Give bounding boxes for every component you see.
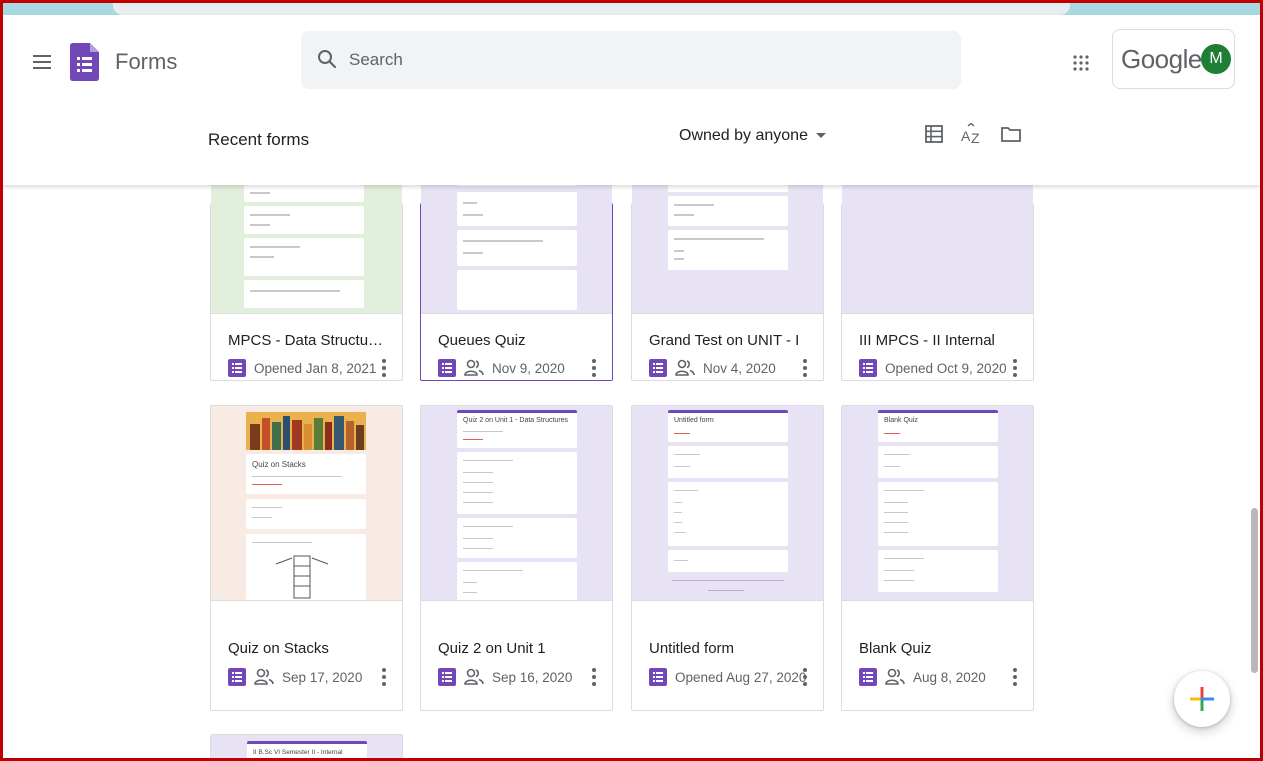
plus-icon (1190, 687, 1214, 711)
form-meta: Nov 9, 2020 (438, 357, 565, 379)
form-meta: Sep 17, 2020 (228, 666, 362, 688)
form-date: Opened Jan 8, 2021 (254, 360, 377, 376)
forms-logo-icon[interactable] (70, 43, 99, 81)
form-meta: Aug 8, 2020 (859, 666, 986, 688)
form-date: Sep 17, 2020 (282, 669, 363, 685)
form-date: Nov 4, 2020 (703, 360, 776, 376)
forms-file-icon (859, 359, 877, 377)
forms-file-icon (228, 359, 246, 377)
create-form-button[interactable] (1174, 671, 1230, 727)
form-card[interactable]: III MPCS - II Internal Opened Oct 9, 202… (841, 166, 1034, 381)
forms-file-icon (228, 668, 246, 686)
more-options-icon[interactable] (803, 668, 807, 686)
form-thumbnail (421, 166, 612, 314)
section-title: Recent forms (208, 130, 310, 149)
form-thumbnail: Blank Quiz (842, 406, 1033, 601)
app-window: MPCS - Data Structures ... Opened Jan 8,… (0, 0, 1263, 761)
form-date: Sep 16, 2020 (492, 669, 573, 685)
form-meta: Nov 4, 2020 (649, 357, 776, 379)
form-thumbnail: Quiz on Stacks (211, 406, 402, 601)
form-card[interactable]: Queues Quiz Nov 9, 2020 (420, 166, 613, 381)
form-date: Opened Oct 9, 2020 (885, 360, 1007, 376)
apps-grid-icon[interactable] (1073, 55, 1089, 71)
dropdown-caret-icon (815, 133, 826, 139)
thumb-heading: Blank Quiz (884, 417, 918, 424)
more-options-icon[interactable] (592, 668, 596, 686)
list-view-icon[interactable] (923, 123, 945, 145)
sort-az-icon[interactable]: AZ (961, 123, 983, 145)
form-thumbnail: Untitled form (632, 406, 823, 601)
more-options-icon[interactable] (1013, 668, 1017, 686)
google-wordmark: Google (1121, 44, 1202, 74)
form-title: Blank Quiz (859, 640, 932, 657)
form-meta: Opened Jan 8, 2021 (228, 357, 376, 379)
svg-text:A: A (961, 128, 971, 144)
shared-people-icon (885, 668, 905, 685)
form-card[interactable]: Untitled form Untitled form Opened Aug 2… (631, 405, 824, 711)
more-options-icon[interactable] (1013, 359, 1017, 377)
form-title: Queues Quiz (438, 332, 526, 349)
more-options-icon[interactable] (592, 359, 596, 377)
forms-file-icon (649, 668, 667, 686)
stack-diagram (275, 555, 329, 599)
form-title: Untitled form (649, 640, 735, 657)
form-card[interactable]: Grand Test on UNIT - I Nov 4, 2020 (631, 166, 824, 381)
form-meta: Sep 16, 2020 (438, 666, 572, 688)
owner-filter-dropdown[interactable]: Owned by anyone (679, 127, 826, 145)
form-card[interactable]: MPCS - Data Structures ... Opened Jan 8,… (210, 166, 403, 381)
thumb-heading: Quiz on Stacks (252, 460, 306, 469)
more-options-icon[interactable] (803, 359, 807, 377)
form-thumbnail (211, 166, 402, 314)
form-thumbnail (632, 166, 823, 314)
form-date: Aug 8, 2020 (913, 669, 986, 685)
form-title: Quiz on Stacks (228, 640, 329, 657)
form-title: Grand Test on UNIT - I (649, 332, 800, 349)
search-icon[interactable] (317, 49, 337, 69)
owner-filter-label: Owned by anyone (679, 127, 808, 144)
books-banner-image (246, 412, 366, 450)
avatar[interactable]: M (1201, 44, 1231, 74)
svg-text:Z: Z (971, 130, 980, 145)
search-input[interactable] (349, 45, 909, 75)
form-thumbnail: II B.Sc VI Semester II - Internal Assess… (211, 735, 402, 758)
form-date: Opened Aug 27, 2020 (675, 669, 807, 685)
more-options-icon[interactable] (382, 668, 386, 686)
form-title: MPCS - Data Structures ... (228, 332, 388, 349)
main-menu-icon[interactable] (33, 55, 51, 69)
app-name[interactable]: Forms (115, 49, 177, 75)
account-switcher[interactable]: Google M (1112, 29, 1235, 89)
form-card[interactable]: Quiz 2 on Unit 1 - Data Structures Quiz … (420, 405, 613, 711)
search-box[interactable] (301, 31, 961, 89)
scrollbar-thumb[interactable] (1251, 508, 1258, 673)
browser-top-strip (3, 3, 1260, 15)
form-thumbnail: Quiz 2 on Unit 1 - Data Structures (421, 406, 612, 601)
form-meta: Opened Oct 9, 2020 (859, 357, 1007, 379)
app-header: Forms Google M Recent forms Owned by any… (3, 15, 1260, 185)
form-card[interactable]: II B.Sc VI Semester II - Internal Assess… (210, 734, 403, 758)
form-card[interactable]: Quiz on Stacks Quiz on Stacks Sep 17, 20… (210, 405, 403, 711)
forms-file-icon (438, 359, 456, 377)
thumb-heading: Untitled form (674, 417, 714, 424)
forms-file-icon (438, 668, 456, 686)
shared-people-icon (254, 668, 274, 685)
form-thumbnail (842, 166, 1033, 314)
more-options-icon[interactable] (382, 359, 386, 377)
folder-icon[interactable] (1000, 123, 1022, 145)
form-date: Nov 9, 2020 (492, 360, 565, 376)
form-title: III MPCS - II Internal (859, 332, 995, 349)
form-title: Quiz 2 on Unit 1 (438, 640, 546, 657)
thumb-heading: Quiz 2 on Unit 1 - Data Structures (463, 417, 569, 424)
form-meta: Opened Aug 27, 2020 (649, 666, 806, 688)
forms-file-icon (649, 359, 667, 377)
forms-file-icon (859, 668, 877, 686)
thumb-heading: II B.Sc VI Semester II - Internal Assess… (253, 749, 343, 756)
shared-people-icon (675, 359, 695, 376)
shared-people-icon (464, 668, 484, 685)
form-card[interactable]: Blank Quiz Blank Quiz Aug 8, 2020 (841, 405, 1034, 711)
shared-people-icon (464, 359, 484, 376)
